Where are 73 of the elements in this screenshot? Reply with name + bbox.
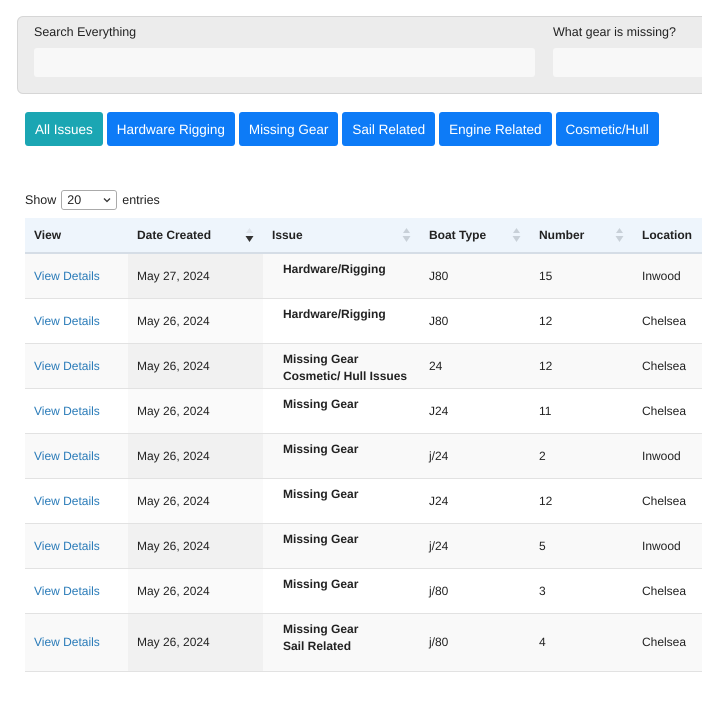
table-cell: May 26, 2024 [137,584,210,598]
filter-tab[interactable]: Missing Gear [238,112,338,146]
column-header[interactable]: Issue [272,228,303,242]
table-cell: May 26, 2024 [137,358,210,372]
issue-tag: Missing Gear [283,622,358,636]
table-cell: 5 [539,538,546,552]
view-details-link[interactable]: View Details [34,314,100,328]
column-header[interactable]: Number [539,228,584,242]
table-cell: j/80 [429,584,448,598]
table-cell: Chelsea [642,494,686,508]
filter-tab[interactable]: Sail Related [342,112,436,146]
sort-icon[interactable] [245,227,254,243]
table-cell: 12 [539,358,552,372]
view-details-link[interactable]: View Details [34,494,100,508]
issue-tag: Missing Gear [283,442,358,456]
table-cell: J24 [429,494,448,508]
column-header[interactable]: Date Created [137,228,212,242]
table-cell: May 27, 2024 [137,268,210,283]
column-header[interactable]: Location [642,228,692,242]
table-cell: J80 [429,314,448,328]
table-cell: Inwood [642,268,681,283]
table-cell: May 26, 2024 [137,314,210,328]
table-cell: May 26, 2024 [137,635,210,649]
table-cell: Chelsea [642,635,686,649]
table-cell: Chelsea [642,314,686,328]
issue-tag: Missing Gear [283,486,358,500]
table-cell: May 26, 2024 [137,538,210,552]
table-cell: 4 [539,635,546,649]
field-label: What gear is missing? [553,25,677,39]
table-cell: J80 [429,268,448,283]
entries-label: entries [122,193,160,207]
issue-tag: Hardware/Rigging [283,306,386,320]
table-cell: Inwood [642,538,681,552]
view-details-link[interactable]: View Details [34,584,100,598]
table-cell: j/24 [429,538,448,552]
issue-tag: Missing Gear [283,396,358,410]
view-details-link[interactable]: View Details [34,448,100,462]
issue-tag: Missing Gear [283,576,358,590]
table-cell: 24 [429,358,442,372]
view-details-link[interactable]: View Details [34,358,100,372]
table-cell: 12 [539,494,552,508]
filter-tab[interactable]: Hardware Rigging [106,112,235,146]
table-cell: Chelsea [642,404,686,418]
field-label: Search Everything [34,25,138,39]
table-cell: 11 [539,404,552,418]
table-cell: 15 [539,268,552,283]
view-details-link[interactable]: View Details [34,538,100,552]
table-cell: J24 [429,404,448,418]
table-cell: Chelsea [642,358,686,372]
issue-tag: Missing Gear [283,532,358,546]
table-cell: 2 [539,448,546,462]
view-details-link[interactable]: View Details [34,635,100,649]
issue-tag: Missing Gear [283,352,358,366]
column-header[interactable]: Boat Type [429,228,486,242]
view-details-link[interactable]: View Details [34,404,100,418]
table-cell: 3 [539,584,546,598]
show-label: Show [25,193,56,207]
table-cell: Inwood [642,448,681,462]
table-cell: May 26, 2024 [137,404,210,418]
table-cell: May 26, 2024 [137,448,210,462]
table-cell: Chelsea [642,584,686,598]
table-cell: j/24 [429,448,448,462]
filter-tab[interactable]: Cosmetic/Hull [556,112,659,146]
chevron-icon [103,197,112,203]
issue-tag: Cosmetic/ Hull Issues [283,368,408,382]
entries-select[interactable]: 20 [61,190,118,210]
column-header[interactable]: View [34,228,62,242]
table-cell: May 26, 2024 [137,494,210,508]
issue-tag: Sail Related [283,638,352,652]
filter-tab[interactable]: Engine Related [439,112,552,146]
filter-tab[interactable]: All Issues [25,112,103,146]
table-cell: j/80 [429,635,448,649]
table-cell: 12 [539,314,552,328]
